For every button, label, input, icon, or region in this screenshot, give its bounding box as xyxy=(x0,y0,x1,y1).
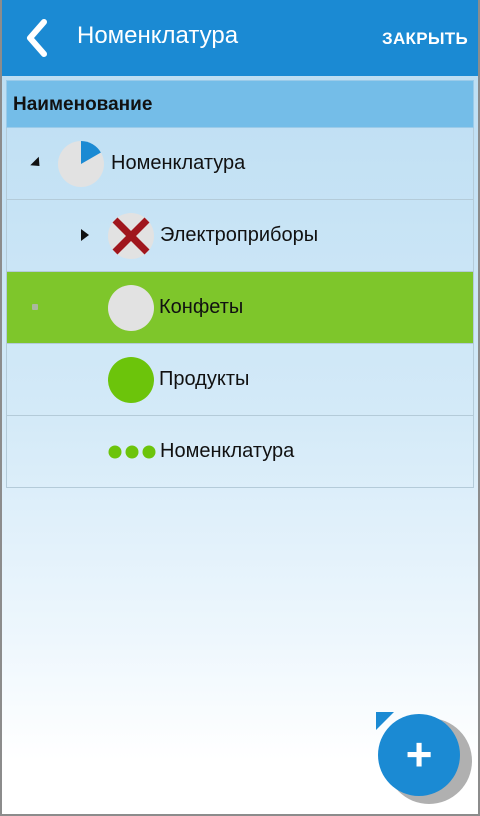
tree-row-label: Конфеты xyxy=(159,296,244,318)
gray-circle-icon xyxy=(108,285,154,331)
tree-row-label: Электроприборы xyxy=(160,224,319,246)
tree-row[interactable]: Продукты xyxy=(6,344,474,416)
collapsed-arrow-icon[interactable] xyxy=(81,229,89,241)
tree-row[interactable]: Номенклатура xyxy=(6,416,474,488)
tree-grid: Наименование Номенклатура Электроприборы xyxy=(6,80,474,488)
tree-row[interactable]: Электроприборы xyxy=(6,200,474,272)
chevron-left-icon xyxy=(27,19,47,57)
screen: Номенклатура ЗАКРЫТЬ Наименование Номенк… xyxy=(2,0,478,814)
green-circle-icon xyxy=(108,357,154,403)
column-header-name[interactable]: Наименование xyxy=(6,80,474,128)
tree-row-label: Номенклатура xyxy=(111,152,246,174)
tree-row-selected[interactable]: Конфеты xyxy=(6,272,474,344)
back-button[interactable] xyxy=(18,18,58,58)
add-button[interactable]: + xyxy=(378,714,460,796)
app-bar: Номенклатура ЗАКРЫТЬ xyxy=(2,0,478,76)
close-button[interactable]: ЗАКРЫТЬ xyxy=(382,29,468,49)
tree-row-label: Номенклатура xyxy=(160,440,295,462)
page-title: Номенклатура xyxy=(77,22,239,49)
tree-row[interactable]: Номенклатура xyxy=(6,128,474,200)
expanded-arrow-icon[interactable] xyxy=(30,156,44,171)
column-header-label: Наименование xyxy=(13,94,153,115)
tree-row-label: Продукты xyxy=(159,368,250,390)
three-dots-icon xyxy=(108,445,156,459)
leaf-marker-icon xyxy=(32,304,38,310)
red-x-circle-icon xyxy=(108,213,154,259)
pie-chart-icon xyxy=(58,141,104,187)
